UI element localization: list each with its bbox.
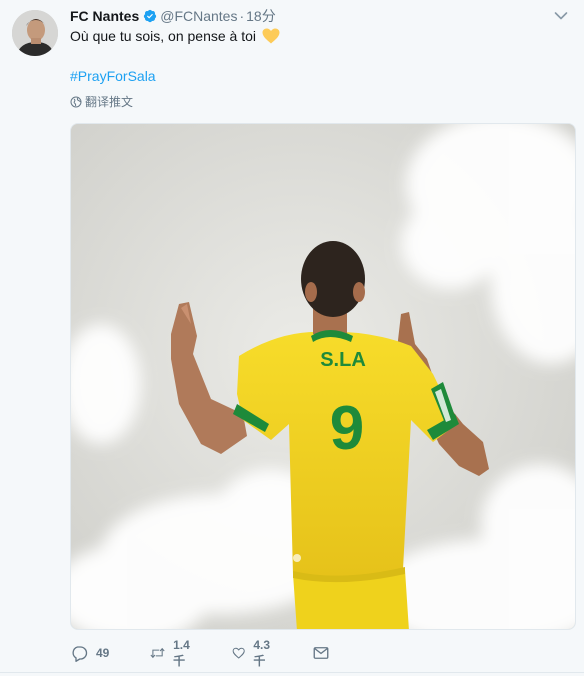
like-button[interactable]: 4.3千 bbox=[232, 638, 275, 668]
tweet-text: Où que tu sois, on pense à toi bbox=[70, 26, 280, 49]
divider bbox=[0, 672, 584, 673]
like-icon bbox=[232, 647, 245, 659]
yellow-heart-icon bbox=[262, 28, 280, 49]
jersey-number: 9 bbox=[330, 394, 364, 463]
separator-dot: · bbox=[239, 8, 245, 24]
reply-icon bbox=[72, 646, 88, 662]
tweet-image[interactable]: S.LA 9 bbox=[70, 123, 576, 630]
avatar-image bbox=[12, 10, 58, 56]
direct-message-button[interactable] bbox=[312, 642, 330, 664]
player-photo: S.LA 9 bbox=[71, 124, 575, 629]
reply-button[interactable]: 49 bbox=[70, 642, 109, 664]
retweet-button[interactable]: 1.4千 bbox=[150, 638, 195, 668]
tweet-header: FC Nantes @FCNantes · 18分 bbox=[70, 7, 276, 25]
translate-tweet-link[interactable]: 翻译推文 bbox=[70, 94, 133, 110]
author-handle[interactable]: @FCNantes bbox=[160, 8, 237, 24]
globe-icon bbox=[70, 96, 82, 108]
retweet-icon bbox=[150, 647, 165, 659]
like-count: 4.3千 bbox=[253, 637, 271, 668]
retweet-count: 1.4千 bbox=[173, 637, 190, 668]
author-name[interactable]: FC Nantes bbox=[70, 8, 139, 24]
translate-label: 翻译推文 bbox=[85, 95, 134, 109]
reply-count: 49 bbox=[96, 646, 110, 660]
tweet: FC Nantes @FCNantes · 18分 Où que tu sois, o… bbox=[0, 0, 584, 676]
direct-message-icon bbox=[313, 647, 329, 659]
avatar[interactable] bbox=[12, 10, 58, 56]
chevron-down-icon[interactable] bbox=[554, 8, 568, 26]
hashtag-link[interactable]: #PrayForSala bbox=[70, 66, 156, 86]
tweet-timestamp[interactable]: 18分 bbox=[246, 8, 276, 24]
verified-badge-icon bbox=[143, 9, 157, 27]
tweet-text-content: Où que tu sois, on pense à toi bbox=[70, 28, 257, 44]
jersey-name: S.LA bbox=[320, 349, 366, 371]
